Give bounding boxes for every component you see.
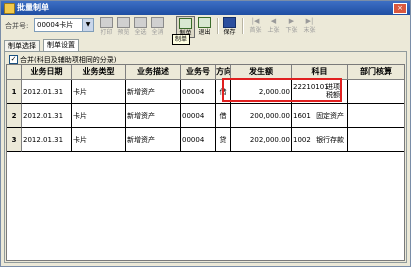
deselect-all-icon [151,17,164,28]
cell-amount[interactable]: 202,000.00 [231,128,292,152]
select-all-icon [134,17,147,28]
cell-date[interactable]: 2012.01.31 [22,80,72,104]
preview-button-label: 预览 [117,29,130,36]
printer-icon [100,17,113,28]
merge-number-value: 00004卡片 [37,21,74,29]
make-voucher-tooltip: 制单 [172,34,191,45]
cell-description[interactable]: 新增资产 [126,104,181,128]
close-button[interactable]: × [393,3,407,14]
print-button-label: 打印 [100,29,113,36]
table-row[interactable]: 1 2012.01.31 卡片 新增资产 00004 借 2,000.00 22… [7,80,404,104]
floppy-disk-icon [223,17,236,28]
column-header-department[interactable]: 部门核算 [348,65,404,80]
table-row[interactable]: 2 2012.01.31 卡片 新增资产 00004 借 200,000.00 … [7,104,404,128]
chevron-down-icon[interactable]: ▼ [82,19,93,31]
subject-name: 银行存款 [316,136,345,144]
save-button-label: 保存 [223,29,236,36]
previous-record-button[interactable]: ◀ 上张 [265,16,282,36]
deselect-all-button-label: 全消 [151,29,164,36]
exit-icon [198,17,211,28]
cell-description[interactable]: 新增资产 [126,80,181,104]
exit-button-label: 退出 [198,29,211,36]
first-record-button-label: 首张 [249,27,262,34]
toolbar-separator [242,18,244,34]
deselect-all-button[interactable]: 全消 [149,16,166,36]
last-icon: ▶| [305,17,314,25]
voucher-grid: 业务日期 业务类型 业务描述 业务号 方向 发生额 科目 部门核算 1 2012… [6,64,405,261]
column-header-date[interactable]: 业务日期 [22,65,72,80]
preview-button[interactable]: 预览 [115,16,132,36]
voucher-icon [179,18,192,29]
column-header-business-no[interactable]: 业务号 [181,65,216,80]
subject-name: 固定资产 [316,112,345,120]
next-record-button[interactable]: ▶ 下张 [283,16,300,36]
first-record-button[interactable]: |◀ 首张 [247,16,264,36]
select-all-button[interactable]: 全选 [132,16,149,36]
cell-type[interactable]: 卡片 [72,80,126,104]
next-record-button-label: 下张 [285,27,298,34]
select-all-button-label: 全选 [134,29,147,36]
cell-business-no[interactable]: 00004 [181,104,216,128]
row-number[interactable]: 1 [7,80,22,104]
print-button[interactable]: 打印 [98,16,115,36]
column-header-rownum [7,65,22,80]
cell-date[interactable]: 2012.01.31 [22,128,72,152]
cell-type[interactable]: 卡片 [72,104,126,128]
table-row[interactable]: 3 2012.01.31 卡片 新增资产 00004 贷 202,000.00 … [7,128,404,152]
cell-amount[interactable]: 200,000.00 [231,104,292,128]
column-header-description[interactable]: 业务描述 [126,65,181,80]
exit-button[interactable]: 退出 [196,16,213,36]
tab-voucher-selection[interactable]: 制单选择 [4,40,40,51]
next-icon: ▶ [288,17,295,25]
subject-code: 1601 [293,112,311,120]
merge-number-label: 合并号: [5,22,29,30]
window-title: 批量制单 [17,3,49,12]
row-number[interactable]: 2 [7,104,22,128]
cell-direction[interactable]: 贷 [216,128,231,152]
cell-subject[interactable]: 1601 固定资产 [292,104,348,128]
merge-number-select[interactable]: 00004卡片 ▼ [34,18,94,32]
last-record-button-label: 末张 [303,27,316,34]
cell-direction[interactable]: 借 [216,104,231,128]
previous-icon: ◀ [270,17,277,25]
batch-voucher-window: 批量制单 × 合并号: 00004卡片 ▼ 打印 预览 全选 全消 制单 [0,0,411,267]
first-icon: |◀ [251,17,260,25]
save-button[interactable]: 保存 [221,16,238,36]
toolbar: 合并号: 00004卡片 ▼ 打印 预览 全选 全消 制单 退出 [1,15,410,38]
previous-record-button-label: 上张 [267,27,280,34]
row-number[interactable]: 3 [7,128,22,152]
cell-department[interactable] [348,128,404,152]
cell-subject[interactable]: 1002 银行存款 [292,128,348,152]
cell-department[interactable] [348,104,404,128]
cell-business-no[interactable]: 00004 [181,80,216,104]
cell-date[interactable]: 2012.01.31 [22,104,72,128]
cell-department[interactable] [348,80,404,104]
tab-voucher-settings[interactable]: 制单设置 [43,39,79,51]
highlight-annotation [222,78,342,102]
column-header-type[interactable]: 业务类型 [72,65,126,80]
cell-description[interactable]: 新增资产 [126,128,181,152]
last-record-button[interactable]: ▶| 末张 [301,16,318,36]
app-icon [4,3,15,14]
cell-business-no[interactable]: 00004 [181,128,216,152]
toolbar-separator [217,18,219,34]
subject-code: 1002 [293,136,311,144]
preview-icon [117,17,130,28]
merge-checkbox[interactable]: ✓ [9,55,18,64]
title-bar: 批量制单 × [1,1,410,15]
cell-type[interactable]: 卡片 [72,128,126,152]
